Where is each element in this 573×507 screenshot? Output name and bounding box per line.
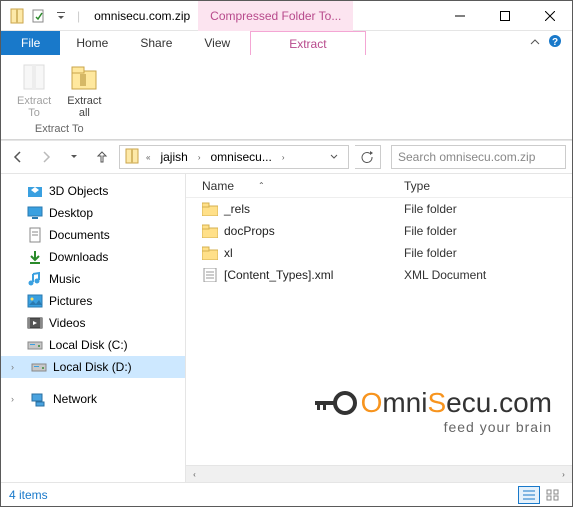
column-headers: Name ⌃ Type (186, 174, 572, 198)
quick-access-toolbar: | omnisecu.com.zip (1, 6, 190, 26)
maximize-button[interactable] (482, 1, 527, 30)
file-type: File folder (396, 246, 572, 260)
file-list-pane: Name ⌃ Type _rels File folder docProps File… (186, 174, 572, 482)
tree-item[interactable]: Pictures (1, 290, 185, 312)
chevron-icon[interactable]: « (142, 153, 154, 162)
breadcrumb-segment[interactable]: jajish (156, 150, 191, 164)
file-type: File folder (396, 202, 572, 216)
tree-item[interactable]: Videos (1, 312, 185, 334)
tree-label: 3D Objects (49, 184, 108, 198)
icons-view-button[interactable] (542, 486, 564, 504)
tree-label: Videos (49, 316, 85, 330)
expand-icon[interactable]: › (11, 394, 21, 404)
search-input[interactable]: Search omnisecu.com.zip (391, 145, 566, 169)
expand-icon[interactable]: › (11, 362, 21, 372)
file-name: docProps (224, 224, 275, 238)
app-icon (7, 6, 27, 26)
tree-item[interactable]: Local Disk (C:) (1, 334, 185, 356)
sort-indicator-icon: ⌃ (258, 181, 265, 190)
tree-label: Pictures (49, 294, 92, 308)
extract-all-label: Extract all (67, 95, 101, 119)
file-name: _rels (224, 202, 250, 216)
separator: | (73, 9, 84, 23)
context-tab-header: Compressed Folder To... (198, 1, 353, 31)
ribbon-tabs: File Home Share View Extract ? (1, 31, 572, 55)
key-icon (315, 389, 357, 417)
tree-item[interactable]: › Local Disk (D:) (1, 356, 185, 378)
tab-view[interactable]: View (188, 31, 246, 55)
tree-item[interactable]: Documents (1, 224, 185, 246)
zip-icon (124, 148, 140, 167)
tree-item[interactable]: Desktop (1, 202, 185, 224)
status-bar: 4 items (1, 482, 572, 506)
file-row[interactable]: xl File folder (186, 242, 572, 264)
forward-button[interactable] (35, 146, 57, 168)
tree-label: Documents (49, 228, 110, 242)
back-button[interactable] (7, 146, 29, 168)
ribbon-group-extract: Extract To Extract all Extract To (7, 59, 111, 135)
breadcrumb-segment[interactable]: omnisecu... (206, 150, 275, 164)
watermark-tagline: feed your brain (315, 419, 552, 435)
chevron-right-icon[interactable]: › (194, 153, 205, 162)
watermark: OmniSecu.com feed your brain (315, 387, 552, 435)
help-icon[interactable]: ? (548, 34, 562, 53)
breadcrumb-dropdown[interactable] (324, 153, 344, 161)
properties-icon[interactable] (29, 6, 49, 26)
tab-file[interactable]: File (1, 31, 60, 55)
extract-all-button[interactable]: Extract all (61, 59, 107, 121)
column-type-header[interactable]: Type (396, 179, 572, 193)
tree-label: Network (53, 392, 97, 406)
scroll-right-icon[interactable]: › (555, 466, 572, 483)
extract-to-label: Extract To (17, 95, 51, 119)
tree-label: Music (49, 272, 80, 286)
window-controls (437, 1, 572, 30)
scroll-left-icon[interactable]: ‹ (186, 466, 203, 483)
file-row[interactable]: docProps File folder (186, 220, 572, 242)
qat-menu-icon[interactable] (51, 6, 71, 26)
ribbon-group-label: Extract To (11, 121, 107, 135)
tree-item-network[interactable]: › Network (1, 388, 185, 410)
tree-label: Downloads (49, 250, 108, 264)
main-pane: 3D Objects Desktop Documents Downloads Music… (1, 174, 572, 482)
ribbon: Extract To Extract all Extract To (1, 55, 572, 140)
chevron-right-icon[interactable]: › (278, 153, 289, 162)
up-button[interactable] (91, 146, 113, 168)
refresh-button[interactable] (355, 145, 381, 169)
tree-item[interactable]: 3D Objects (1, 180, 185, 202)
titlebar: | omnisecu.com.zip Compressed Folder To.… (1, 1, 572, 31)
navigation-bar: « jajish › omnisecu... › Search omnisecu… (1, 140, 572, 174)
file-type: File folder (396, 224, 572, 238)
window-title: omnisecu.com.zip (94, 9, 190, 23)
horizontal-scrollbar[interactable]: ‹ › (186, 465, 572, 482)
tree-item[interactable]: Music (1, 268, 185, 290)
breadcrumb[interactable]: « jajish › omnisecu... › (119, 145, 349, 169)
tree-label: Desktop (49, 206, 93, 220)
tree-label: Local Disk (D:) (53, 360, 132, 374)
tab-share[interactable]: Share (124, 31, 188, 55)
minimize-button[interactable] (437, 1, 482, 30)
file-row[interactable]: [Content_Types].xml XML Document (186, 264, 572, 286)
network-icon (31, 391, 47, 407)
file-type: XML Document (396, 268, 572, 282)
tab-home[interactable]: Home (60, 31, 124, 55)
svg-text:?: ? (552, 37, 558, 48)
file-row[interactable]: _rels File folder (186, 198, 572, 220)
tab-extract[interactable]: Extract (250, 31, 365, 55)
close-button[interactable] (527, 1, 572, 30)
collapse-ribbon-icon[interactable] (530, 34, 540, 52)
file-list[interactable]: _rels File folder docProps File folder xl Fil… (186, 198, 572, 465)
tree-label: Local Disk (C:) (49, 338, 128, 352)
recent-locations-button[interactable] (63, 146, 85, 168)
details-view-button[interactable] (518, 486, 540, 504)
column-name-header[interactable]: Name ⌃ (186, 179, 396, 193)
extract-to-button[interactable]: Extract To (11, 59, 57, 121)
navigation-tree[interactable]: 3D Objects Desktop Documents Downloads Music… (1, 174, 186, 482)
item-count: 4 items (9, 488, 48, 502)
tree-item[interactable]: Downloads (1, 246, 185, 268)
file-name: xl (224, 246, 233, 260)
file-name: [Content_Types].xml (224, 268, 333, 282)
